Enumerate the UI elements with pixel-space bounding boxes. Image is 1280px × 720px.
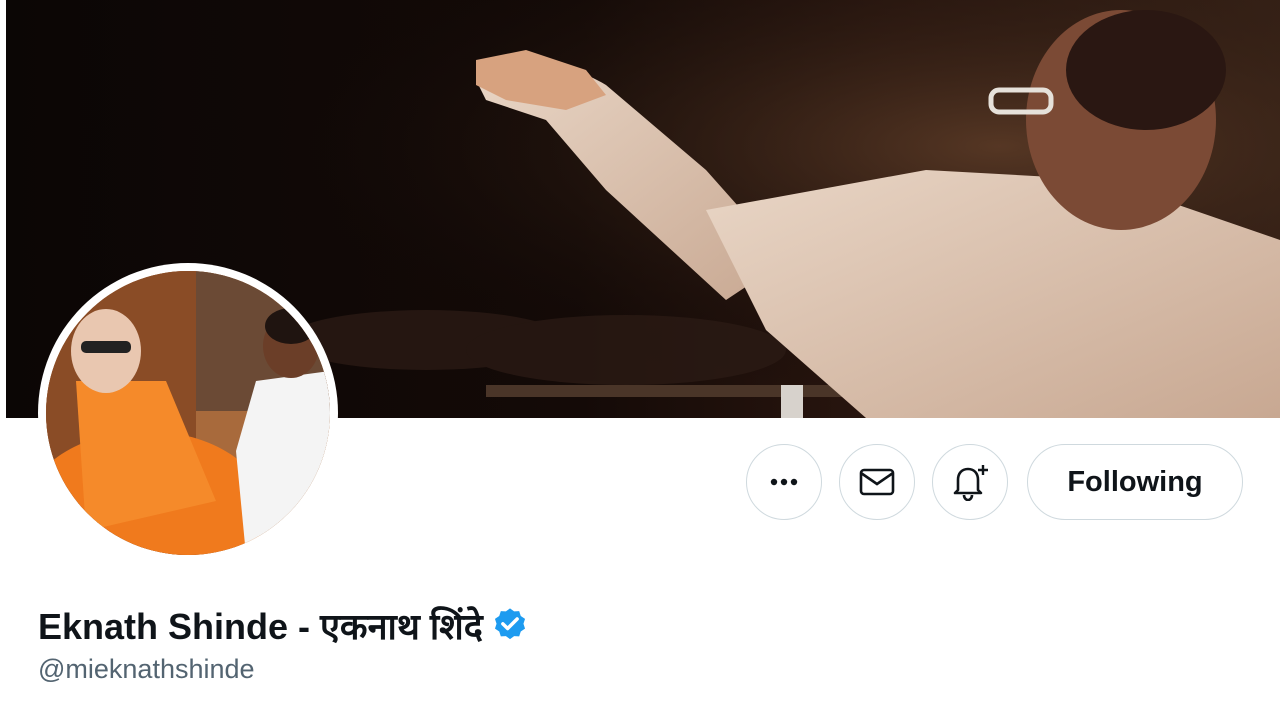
verified-badge-icon[interactable] <box>491 606 529 644</box>
more-horizontal-icon <box>770 478 798 486</box>
profile-name-row: Eknath Shinde - एकनाथ शिंदे <box>38 600 529 650</box>
profile-handle: @mieknathshinde <box>38 654 255 684</box>
display-name: Eknath Shinde - एकनाथ शिंदे <box>38 605 483 647</box>
avatar[interactable] <box>46 271 330 555</box>
mail-icon <box>859 468 895 496</box>
message-button[interactable] <box>839 444 915 520</box>
following-button[interactable]: Following <box>1027 444 1243 520</box>
bell-plus-icon <box>953 465 988 501</box>
notifications-button[interactable] <box>932 444 1008 520</box>
more-options-button[interactable] <box>746 444 822 520</box>
avatar-illustration <box>46 271 330 555</box>
